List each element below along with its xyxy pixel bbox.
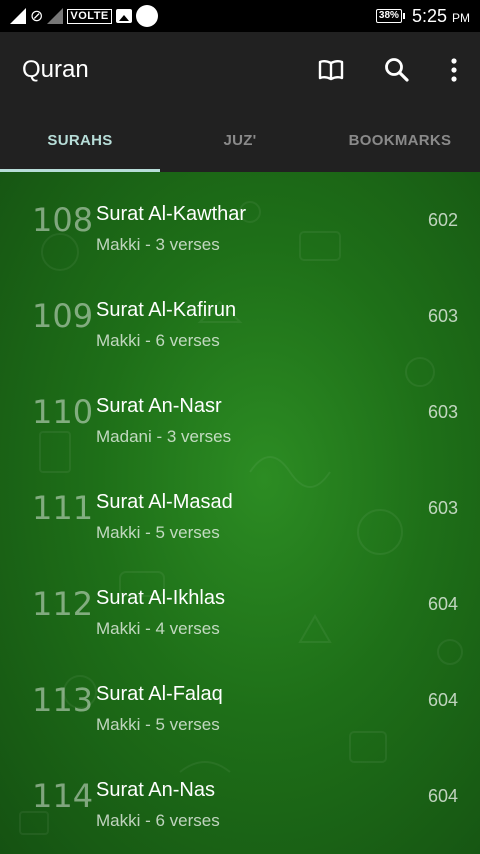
no-sim-icon: ⊘ <box>30 8 44 25</box>
surah-info: Makki - 4 verses <box>96 619 220 638</box>
app-notification-icon <box>135 5 158 27</box>
search-icon[interactable] <box>384 57 410 83</box>
surah-info: Madani - 3 verses <box>96 427 232 446</box>
more-vert-icon[interactable] <box>450 58 458 82</box>
surah-name: Surat Al-Falaq <box>96 683 223 705</box>
surah-page: 603 <box>427 401 458 422</box>
surah-list: 108 Surat Al-Kawthar Makki - 3 verses 602 10… <box>0 172 480 844</box>
surah-page: 604 <box>427 593 458 614</box>
book-icon[interactable] <box>318 59 344 81</box>
surah-list-container[interactable]: 108 Surat Al-Kawthar Makki - 3 verses 602 10… <box>0 172 480 854</box>
surah-texts: Surat An-Nasr Madani - 3 verses <box>96 364 231 447</box>
clock-ampm: PM <box>452 10 470 25</box>
image-notification-icon <box>115 9 132 23</box>
status-right: 38% 5:25 PM <box>375 6 470 27</box>
surah-texts: Surat Al-Masad Makki - 5 verses <box>96 460 233 543</box>
surah-row[interactable]: 108 Surat Al-Kawthar Makki - 3 verses 602 <box>0 172 480 268</box>
surah-page: 603 <box>427 305 458 326</box>
surah-page: 604 <box>427 689 458 710</box>
clock: 5:25 PM <box>412 6 470 27</box>
surah-row[interactable]: 113 Surat Al-Falaq Makki - 5 verses 604 <box>0 652 480 748</box>
tab-juz[interactable]: JUZ' <box>160 108 320 172</box>
surah-info: Makki - 5 verses <box>96 523 220 542</box>
surah-page: 602 <box>427 209 458 230</box>
surah-texts: Surat Al-Kafirun Makki - 6 verses <box>96 268 236 351</box>
surah-number: 110 <box>32 393 94 431</box>
battery-icon: 38% <box>375 9 405 23</box>
surah-page: 603 <box>427 497 458 518</box>
surah-row[interactable]: 114 Surat An-Nas Makki - 6 verses 604 <box>0 748 480 844</box>
surah-info: Makki - 3 verses <box>96 235 220 254</box>
surah-texts: Surat Al-Falaq Makki - 5 verses <box>96 652 223 735</box>
surah-row[interactable]: 111 Surat Al-Masad Makki - 5 verses 603 <box>0 460 480 556</box>
tab-bar: SURAHS JUZ' BOOKMARKS <box>0 108 480 172</box>
surah-name: Surat An-Nas <box>96 779 215 801</box>
surah-name: Surat An-Nasr <box>96 395 222 417</box>
surah-name: Surat Al-Kafirun <box>96 299 237 321</box>
surah-texts: Surat Al-Ikhlas Makki - 4 verses <box>96 556 225 639</box>
clock-time: 5:25 <box>411 5 447 26</box>
status-bar: ⊘ VOLTE 38% 5:25 PM <box>0 0 480 32</box>
surah-texts: Surat Al-Kawthar Makki - 3 verses <box>96 172 246 255</box>
surah-number: 114 <box>32 777 94 815</box>
surah-number: 109 <box>32 297 94 335</box>
tab-surahs[interactable]: SURAHS <box>0 108 160 172</box>
surah-row[interactable]: 109 Surat Al-Kafirun Makki - 6 verses 603 <box>0 268 480 364</box>
surah-name: Surat Al-Masad <box>96 491 233 513</box>
surah-number: 108 <box>32 201 94 239</box>
surah-name: Surat Al-Ikhlas <box>96 587 225 609</box>
signal-icon <box>10 8 26 24</box>
surah-number: 112 <box>32 585 94 623</box>
surah-page: 604 <box>427 785 458 806</box>
surah-row[interactable]: 110 Surat An-Nasr Madani - 3 verses 603 <box>0 364 480 460</box>
app-title: Quran <box>22 56 89 83</box>
volte-badge: VOLTE <box>67 8 112 24</box>
surah-number: 113 <box>32 681 94 719</box>
surah-info: Makki - 5 verses <box>96 715 220 734</box>
app-bar: Quran <box>0 32 480 108</box>
surah-name: Surat Al-Kawthar <box>96 203 247 225</box>
signal-weak-icon <box>47 8 64 24</box>
appbar-actions <box>318 57 458 83</box>
status-left: ⊘ VOLTE <box>10 5 158 27</box>
surah-info: Makki - 6 verses <box>96 331 220 350</box>
surah-row[interactable]: 112 Surat Al-Ikhlas Makki - 4 verses 604 <box>0 556 480 652</box>
tab-bookmarks[interactable]: BOOKMARKS <box>320 108 480 172</box>
surah-texts: Surat An-Nas Makki - 6 verses <box>96 748 220 831</box>
surah-number: 111 <box>32 489 94 527</box>
surah-info: Makki - 6 verses <box>96 811 220 830</box>
